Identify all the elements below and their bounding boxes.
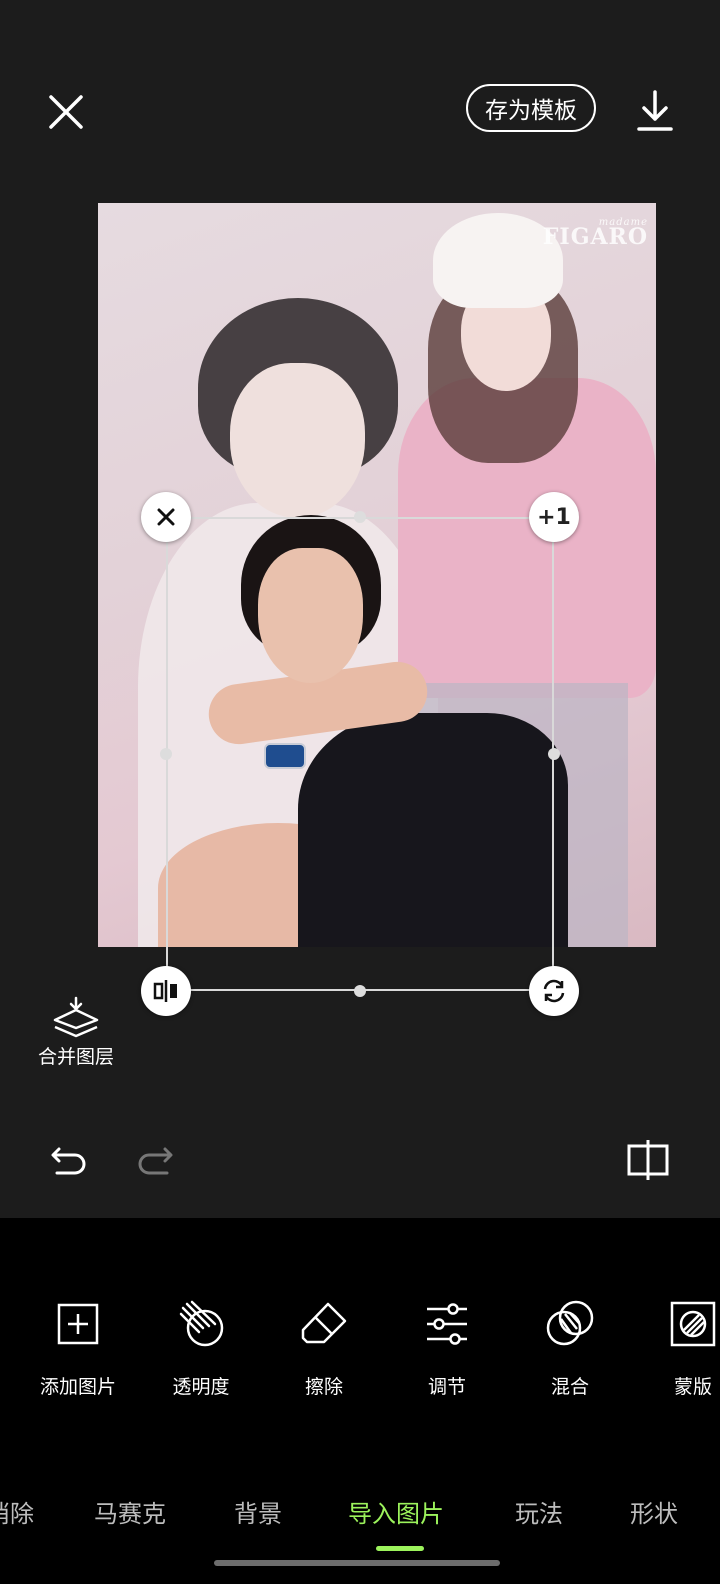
tab-import-image[interactable]: 导入图片 [348, 1494, 444, 1529]
tool-label: 混合 [550, 1376, 589, 1398]
tab-mosaic[interactable]: 马赛克 [94, 1494, 166, 1529]
download-button[interactable] [628, 84, 682, 138]
tab-play[interactable]: 玩法 [515, 1494, 563, 1529]
compare-icon [627, 1140, 669, 1180]
undo-icon [51, 1147, 86, 1175]
background-photo-face [230, 363, 365, 518]
rotate-scale-button[interactable] [529, 966, 579, 1016]
active-tab-indicator [376, 1546, 424, 1551]
tool-eraser[interactable]: 擦除 [269, 1296, 379, 1399]
resize-handle-bottom[interactable] [354, 985, 366, 997]
home-indicator[interactable] [214, 1560, 500, 1566]
blend-icon [546, 1300, 594, 1346]
rotate-icon [543, 979, 565, 1003]
tool-label: 添加图片 [39, 1376, 116, 1398]
tool-label: 蒙版 [673, 1376, 712, 1398]
flip-icon [153, 980, 177, 1002]
tool-panel [0, 1218, 720, 1584]
add-image-icon [57, 1303, 99, 1345]
mask-icon [670, 1301, 716, 1347]
opacity-icon [179, 1300, 224, 1347]
resize-handle-left[interactable] [160, 748, 172, 760]
tool-opacity[interactable]: 透明度 [146, 1296, 256, 1399]
save-template-button[interactable]: 存为模板 [466, 84, 596, 132]
close-button[interactable] [40, 86, 92, 138]
close-icon [49, 95, 83, 129]
duplicate-layer-button[interactable]: +1 [529, 492, 579, 542]
tab-shape[interactable]: 形状 [630, 1494, 678, 1529]
eraser-icon [301, 1302, 347, 1344]
undo-button[interactable] [44, 1136, 94, 1186]
tool-mask[interactable]: 蒙版 [638, 1296, 720, 1399]
magazine-watermark: madame FIGARO [543, 217, 648, 250]
resize-handle-right[interactable] [548, 748, 560, 760]
close-icon [157, 508, 175, 526]
delete-layer-button[interactable] [141, 492, 191, 542]
tool-label: 调节 [427, 1376, 466, 1398]
layer-selection-box[interactable] [166, 517, 554, 991]
merge-layers-icon [53, 996, 99, 1038]
tool-adjust[interactable]: 调节 [392, 1296, 502, 1399]
tab-background[interactable]: 背景 [234, 1494, 282, 1529]
tool-label: 透明度 [172, 1376, 230, 1398]
resize-handle-top[interactable] [354, 511, 366, 523]
compare-button[interactable] [620, 1132, 676, 1188]
redo-button[interactable] [130, 1136, 180, 1186]
tool-add-image[interactable]: 添加图片 [23, 1296, 133, 1399]
adjust-sliders-icon [427, 1303, 467, 1345]
redo-icon [138, 1147, 173, 1175]
duplicate-label: +1 [537, 504, 571, 530]
download-icon [637, 90, 673, 131]
watermark-title: FIGARO [542, 224, 648, 250]
tool-label: 擦除 [304, 1376, 343, 1398]
merge-layers-button[interactable]: 合并图层 [28, 996, 124, 1069]
flip-layer-button[interactable] [141, 966, 191, 1016]
merge-layers-label: 合并图层 [37, 1046, 114, 1068]
tool-blend[interactable]: 混合 [515, 1296, 625, 1399]
tab-remove[interactable]: 消除 [0, 1494, 34, 1529]
